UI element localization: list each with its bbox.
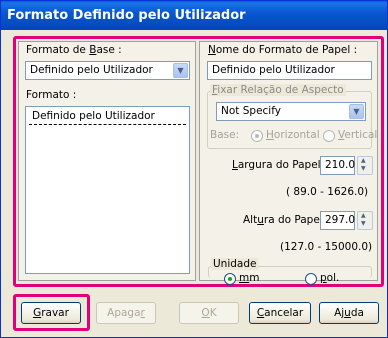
mm-radio[interactable] [224,273,236,285]
horizontal-label: Horizontal [266,129,320,141]
height-range-text: (127.0 - 15000.0) [280,241,373,253]
paper-name-input[interactable]: Definido pelo Utilizador [207,61,372,80]
ok-button[interactable]: OK [179,302,239,324]
dialog-window: Formato Definido pelo Utilizador Formato… [0,0,388,338]
vertical-label: Vertical [338,129,378,141]
aspect-ratio-select[interactable]: Not Specify ▼ [216,102,366,121]
pol-radio[interactable] [305,273,317,285]
height-spin-button[interactable] [357,211,373,230]
cancel-button[interactable]: Cancelar [249,302,311,324]
save-button[interactable]: Gravar [21,302,81,324]
format-list[interactable]: Definido pelo Utilizador [25,106,190,274]
list-item[interactable]: Definido pelo Utilizador [29,109,186,125]
paper-width-input[interactable]: 210.0 [320,156,355,175]
aspect-ratio-value: Not Specify [221,105,281,117]
width-range-text: ( 89.0 - 1626.0) [286,186,369,198]
paper-height-input[interactable]: 297.0 [320,211,355,230]
width-spin-button[interactable] [357,156,373,175]
title-bar[interactable]: Formato Definido pelo Utilizador [1,1,387,30]
format-label: Formato : [26,89,77,101]
aspect-ratio-label: Fixar Relação de Aspecto [210,84,346,96]
help-button[interactable]: Ajuda [319,302,379,324]
paper-name-label: Nome do Formato de Papel : [208,44,358,56]
chevron-down-icon[interactable]: ▼ [349,104,364,119]
base-format-select[interactable]: Definido pelo Utilizador ▼ [25,61,190,80]
base-format-label: Formato de Base : [26,44,122,56]
delete-button[interactable]: Apagar [96,302,156,324]
paper-height-label: Altura do Papel : [243,214,330,226]
chevron-down-icon[interactable]: ▼ [173,63,188,78]
vertical-radio[interactable] [323,130,335,142]
horizontal-radio[interactable] [251,130,263,142]
base-orientation-label: Base: [210,129,240,141]
left-panel: Formato de Base : Definido pelo Utilizad… [18,41,196,281]
pol-label: pol. [320,272,340,284]
paper-width-label: Largura do Papel : [232,159,328,171]
mm-label: mm [239,272,260,284]
right-panel: Nome do Formato de Papel : Definido pelo… [199,41,378,285]
unit-label: Unidade [211,258,259,270]
base-format-value: Definido pelo Utilizador [30,64,153,76]
